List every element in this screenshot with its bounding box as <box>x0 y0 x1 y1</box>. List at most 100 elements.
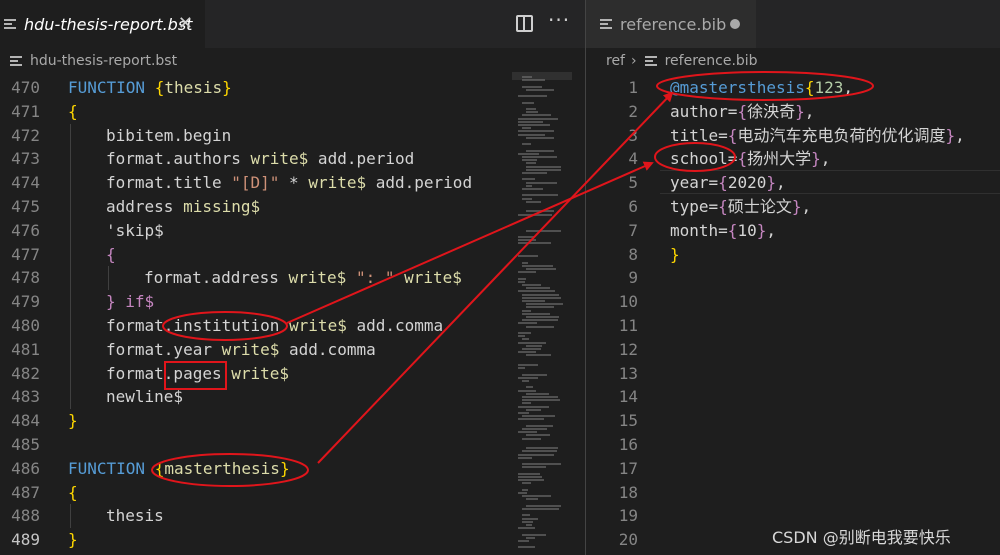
minimap-line <box>522 520 533 523</box>
code-line[interactable]: 14 <box>586 385 1000 409</box>
code-token: { <box>68 482 78 502</box>
line-number: 6 <box>628 197 638 216</box>
code-editor[interactable]: 470 FUNCTION {thesis} 471{472 bibitem.begin… <box>0 76 585 555</box>
code-token: newline$ <box>106 387 184 407</box>
line-number: 1 <box>628 78 638 97</box>
minimap-line <box>518 341 547 344</box>
indent-guide <box>70 242 71 267</box>
minimap-line <box>522 172 547 174</box>
minimap-line <box>518 120 543 123</box>
minimap[interactable] <box>512 72 572 555</box>
breadcrumb-file[interactable]: reference.bib <box>665 53 758 69</box>
code-line[interactable]: 16 <box>586 433 1000 457</box>
line-number: 14 <box>618 387 638 407</box>
code-token: { <box>727 125 738 145</box>
code-line[interactable]: 3 title={电动汽车充电负荷的优化调度}, <box>586 124 1000 148</box>
minimap-line <box>526 136 555 139</box>
line-number: 11 <box>618 316 638 335</box>
code-token: { <box>154 458 165 478</box>
code-line[interactable]: 18 <box>586 481 1000 505</box>
code-line[interactable]: 13 <box>586 362 1000 386</box>
right-tab-bar: reference.bib <box>586 0 1000 48</box>
code-line[interactable]: 488 thesis <box>0 504 585 529</box>
code-token: type= <box>670 197 719 216</box>
code-text: type={硕士论文}, <box>670 195 811 219</box>
code-line[interactable]: 478 format.address write$ ": " write$ <box>0 266 585 291</box>
unsaved-dot-icon[interactable] <box>730 19 740 29</box>
code-editor[interactable]: 1 @mastersthesis{123, 2 author={徐泱奇}, 3 title… <box>586 76 1000 555</box>
minimap-line <box>522 197 533 200</box>
code-token: thesis <box>164 78 223 97</box>
minimap-line <box>522 293 559 296</box>
minimap-line <box>522 450 558 453</box>
code-line[interactable]: 480 format.institution write$ add.comma <box>0 314 585 338</box>
code-line[interactable]: 474 format.title "[D]" * write$ add.perio… <box>0 171 585 195</box>
code-line[interactable]: 483 newline$ <box>0 385 585 410</box>
minimap-line <box>522 296 561 299</box>
code-line[interactable]: 10 <box>586 290 1000 314</box>
left-editor-pane: hdu-thesis-report.bst ✕ ··· hdu-thesis-r… <box>0 0 585 555</box>
breadcrumb-file[interactable]: hdu-thesis-report.bst <box>30 53 177 69</box>
minimap-line <box>526 181 558 184</box>
minimap-line <box>526 504 561 507</box>
tab-hdu-thesis-report[interactable]: hdu-thesis-report.bst ✕ <box>0 0 205 48</box>
more-actions-icon[interactable]: ··· <box>548 8 570 32</box>
code-line[interactable]: 2 author={徐泱奇}, <box>586 100 1000 124</box>
code-text: format.address write$ ": " write$ <box>144 266 462 290</box>
code-line[interactable]: 8} <box>586 243 1000 267</box>
code-line[interactable]: 476 'skip$ <box>0 218 585 243</box>
indent-guide <box>70 195 71 219</box>
code-line[interactable]: 472 bibitem.begin <box>0 123 585 148</box>
code-line[interactable]: 484} <box>0 409 585 433</box>
minimap-line <box>518 335 525 338</box>
code-line[interactable]: 17 <box>586 457 1000 481</box>
minimap-line <box>518 418 544 421</box>
minimap-line <box>522 396 559 398</box>
code-line[interactable]: 473 format.authors write$ add.period <box>0 147 585 172</box>
code-line[interactable]: 15 <box>586 409 1000 433</box>
code-text: FUNCTION {thesis} <box>68 76 232 100</box>
code-token: { <box>737 149 748 169</box>
code-line[interactable]: 485 <box>0 433 585 457</box>
breadcrumb: ref › reference.bib <box>586 48 758 74</box>
code-line[interactable]: 11 <box>586 314 1000 338</box>
breadcrumb-folder[interactable]: ref <box>606 53 625 69</box>
minimap-line <box>522 178 536 181</box>
close-icon[interactable]: ✕ <box>178 13 193 34</box>
code-line[interactable]: 479} if$ <box>0 290 585 314</box>
code-line[interactable]: 477 { <box>0 242 585 267</box>
code-line[interactable]: 9 <box>586 266 1000 290</box>
code-token: masterthesis <box>164 458 280 478</box>
code-text: FUNCTION {masterthesis} <box>68 457 290 481</box>
minimap-line <box>522 514 531 517</box>
code-line[interactable]: 481 format.year write$ add.comma <box>0 337 585 362</box>
code-line[interactable]: 482 format.pages write$ <box>0 361 585 386</box>
code-line[interactable]: 4 school={扬州大学}, <box>586 147 1000 171</box>
minimap-line <box>518 492 527 494</box>
line-number: 471 <box>11 101 40 121</box>
code-line[interactable]: 489} <box>0 528 585 552</box>
code-line[interactable]: 475 address missing$ <box>0 195 585 219</box>
code-line[interactable]: 12 <box>586 338 1000 362</box>
code-line[interactable]: 7 month={10}, <box>586 219 1000 243</box>
code-token: add.period <box>366 173 473 193</box>
minimap-line <box>522 114 551 117</box>
code-line[interactable]: 6 type={硕士论文}, <box>586 195 1000 219</box>
minimap-line <box>518 456 533 459</box>
minimap-line <box>518 271 537 274</box>
line-number: 472 <box>11 125 40 145</box>
code-token: { <box>727 220 738 240</box>
code-line[interactable]: 486 FUNCTION {masterthesis} <box>0 457 585 481</box>
code-line[interactable]: 487 { <box>0 481 585 505</box>
code-line[interactable]: 470 FUNCTION {thesis} <box>0 76 585 100</box>
code-text: } <box>670 243 680 267</box>
code-token: } <box>68 530 78 550</box>
line-number: 485 <box>11 435 40 454</box>
code-line[interactable]: 471 { <box>0 100 585 124</box>
line-number: 12 <box>618 339 638 359</box>
code-line[interactable]: 1 @mastersthesis{123, <box>586 76 1000 100</box>
code-token: 电动汽车充电负荷的优化调度 <box>737 125 946 145</box>
tab-reference-bib[interactable]: reference.bib <box>586 0 756 48</box>
split-editor-icon[interactable] <box>516 15 533 32</box>
minimap-line <box>522 143 532 146</box>
